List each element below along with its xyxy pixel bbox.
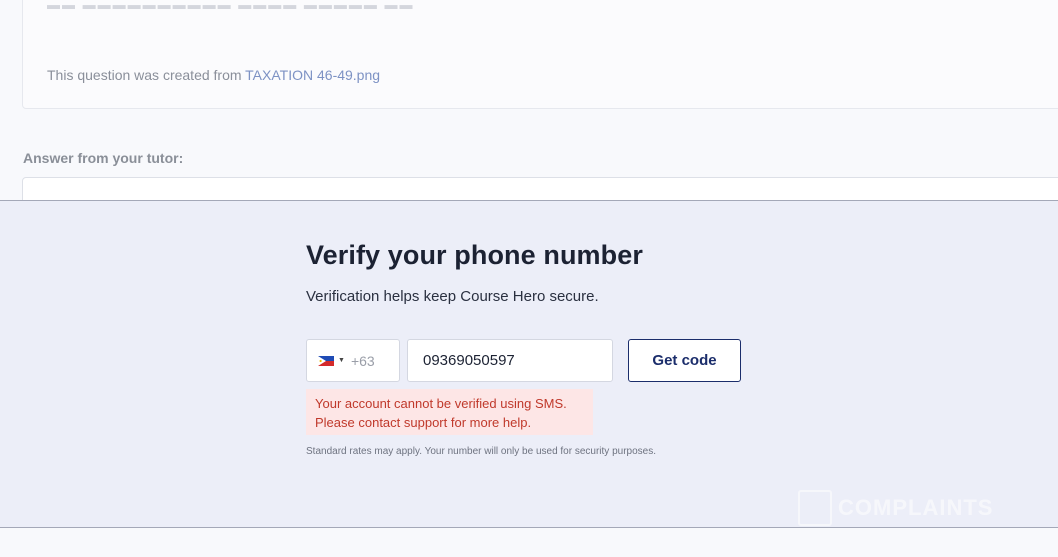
blurred-question-text: ▬▬ ▬▬▬▬▬▬▬▬▬▬ ▬▬▬▬ ▬▬▬▬▬ ▬▬ [47, 0, 415, 11]
phone-number-input[interactable] [407, 339, 613, 382]
verify-subtitle: Verification helps keep Course Hero secu… [306, 288, 599, 305]
question-card: ▬▬ ▬▬▬▬▬▬▬▬▬▬ ▬▬▬▬ ▬▬▬▬▬ ▬▬ This questio… [22, 0, 1058, 109]
created-from-prefix: This question was created from [47, 67, 246, 83]
watermark-logo-icon [798, 490, 832, 526]
get-code-button[interactable]: Get code [628, 339, 741, 382]
complaints-board-watermark: COMPLAINTS [798, 490, 993, 526]
verify-phone-panel: Verify your phone number Verification he… [0, 200, 1058, 528]
verify-title: Verify your phone number [306, 240, 643, 270]
rates-disclaimer: Standard rates may apply. Your number wi… [306, 446, 656, 457]
source-file-link[interactable]: TAXATION 46-49.png [245, 67, 380, 83]
country-code-select[interactable]: ▼ +63 [306, 339, 400, 382]
error-line-1: Your account cannot be verified using SM… [315, 396, 567, 411]
sms-error-message: Your account cannot be verified using SM… [306, 389, 593, 435]
dial-code: +63 [350, 352, 375, 369]
chevron-down-icon: ▼ [338, 357, 345, 364]
page-bottom [0, 529, 1058, 557]
answer-label: Answer from your tutor: [23, 150, 184, 166]
philippines-flag-icon [318, 355, 334, 366]
created-from-text: This question was created from TAXATION … [47, 67, 380, 83]
error-line-2: Please contact support for more help. [315, 415, 532, 430]
watermark-text: COMPLAINTS [838, 495, 994, 520]
